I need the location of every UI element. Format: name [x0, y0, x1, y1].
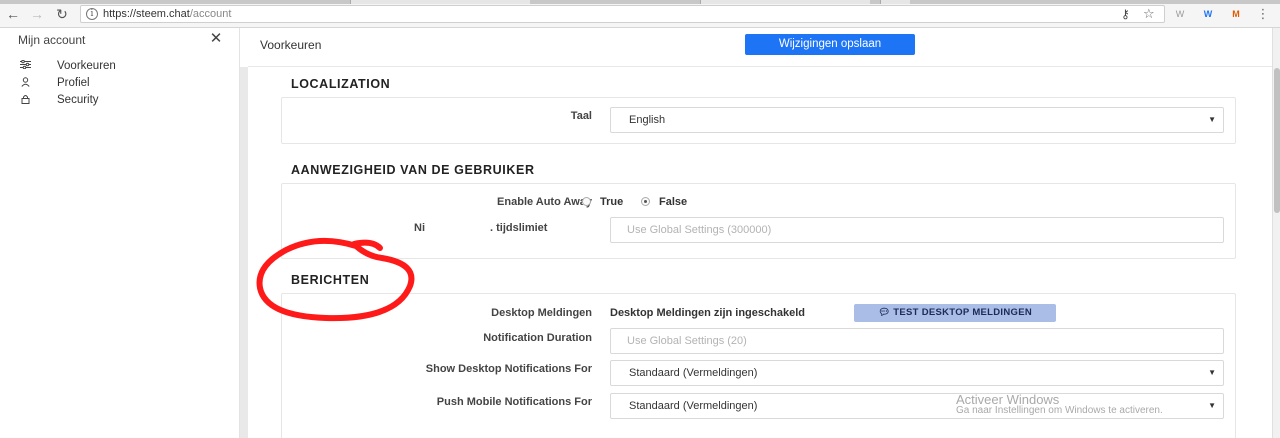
desktop-notifications-for-select[interactable]: Standaard (Vermeldingen) ▼: [610, 360, 1224, 386]
chevron-down-icon: ▼: [1208, 115, 1216, 124]
sidebar-item-security[interactable]: Security: [18, 93, 218, 109]
mobile-notifications-for-label: Push Mobile Notifications For: [436, 396, 592, 408]
auto-away-label: Enable Auto Away: [497, 196, 592, 208]
key-icon[interactable]: ⚷: [1121, 7, 1130, 21]
page-header: Voorkeuren Wijzigingen opslaan: [248, 28, 1272, 67]
lock-icon: [18, 94, 32, 107]
windows-activation-subtitle: Ga naar Instellingen om Windows te activ…: [956, 405, 1163, 416]
save-button[interactable]: Wijzigingen opslaan: [745, 34, 915, 55]
browser-tab[interactable]: [700, 0, 870, 4]
auto-away-false-radio[interactable]: [641, 197, 650, 206]
messages-panel: Desktop Meldingen Desktop Meldingen zijn…: [281, 293, 1236, 438]
user-icon: [18, 77, 32, 90]
scrollbar-thumb[interactable]: [1274, 68, 1280, 213]
chat-bubble-icon: 💬︎: [877, 307, 891, 318]
presence-panel: Enable Auto Away True False Ni . tijdsli…: [281, 183, 1236, 259]
chevron-down-icon: ▼: [1208, 368, 1216, 377]
sidebar-item-profiel[interactable]: Profiel: [18, 76, 218, 92]
browser-toolbar: ← → ↻ i https://steem.chat/account ⚷ ☆ W…: [0, 0, 1280, 28]
url-path: /account: [189, 8, 232, 20]
desktop-notifications-for-label: Show Desktop Notifications For: [425, 363, 592, 375]
idle-label-end: . tijdslimiet: [490, 222, 548, 234]
section-title-presence[interactable]: AANWEZIGHEID VAN DE GEBRUIKER: [291, 163, 535, 177]
extension-icon[interactable]: W: [1200, 7, 1216, 21]
tab-strip: [0, 0, 1280, 4]
page-title: Voorkeuren: [260, 38, 322, 52]
address-bar[interactable]: i https://steem.chat/account ⚷ ☆: [80, 5, 1165, 23]
back-icon[interactable]: ←: [4, 6, 22, 22]
url-host: https://steem.chat: [103, 8, 190, 20]
auto-away-true-label[interactable]: True: [600, 196, 623, 208]
section-title-berichten[interactable]: BERICHTEN: [291, 273, 369, 287]
chevron-down-icon: ▼: [1208, 401, 1216, 410]
sidebar-item-label: Profiel: [57, 77, 90, 89]
page-scrollbar[interactable]: [1272, 28, 1280, 438]
test-desktop-notifications-button[interactable]: 💬︎ TEST DESKTOP MELDINGEN: [854, 304, 1056, 322]
sidebar-title: Mijn account: [18, 33, 86, 47]
idle-label-start: Ni: [414, 222, 425, 234]
test-button-label: TEST DESKTOP MELDINGEN: [893, 307, 1033, 318]
redacted-area: [430, 221, 488, 234]
desktop-notifications-label: Desktop Meldingen: [491, 307, 592, 319]
preferences-content[interactable]: LOCALIZATION Taal English ▼ AANWEZIGHEID…: [248, 67, 1272, 438]
auto-away-true-radio[interactable]: [582, 197, 591, 206]
account-sidebar: Mijn account ✕ Voorkeuren Profiel Securi…: [0, 28, 240, 438]
section-title-localization[interactable]: LOCALIZATION: [291, 77, 390, 91]
close-icon[interactable]: ✕: [208, 31, 224, 47]
browser-tab[interactable]: [880, 0, 910, 4]
sidebar-item-voorkeuren[interactable]: Voorkeuren: [18, 59, 218, 75]
language-label: Taal: [570, 110, 592, 122]
idle-time-input[interactable]: [610, 217, 1224, 243]
localization-panel: Taal English ▼: [281, 97, 1236, 144]
forward-icon[interactable]: →: [28, 6, 46, 22]
desktop-notifications-for-value: Standaard (Vermeldingen): [629, 367, 758, 379]
desktop-notifications-status: Desktop Meldingen zijn ingeschakeld: [610, 307, 805, 319]
sidebar-item-label: Voorkeuren: [57, 60, 116, 72]
mobile-notifications-for-value: Standaard (Vermeldingen): [629, 400, 758, 412]
notification-duration-label: Notification Duration: [483, 332, 592, 344]
sliders-icon: [18, 59, 32, 72]
browser-tab[interactable]: [350, 0, 530, 4]
language-value: English: [629, 114, 666, 126]
sidebar-item-label: Security: [57, 94, 99, 106]
language-select[interactable]: English ▼: [610, 107, 1224, 133]
extension-icon[interactable]: M: [1228, 7, 1244, 21]
reload-icon[interactable]: ↻: [53, 6, 71, 22]
bookmark-star-icon[interactable]: ☆: [1143, 6, 1155, 22]
url-text: https://steem.chat/account: [103, 8, 231, 20]
auto-away-false-label[interactable]: False: [659, 196, 687, 208]
extension-icon[interactable]: W: [1172, 7, 1188, 21]
menu-icon[interactable]: ⋮: [1255, 7, 1271, 21]
idle-label-end-text: tijdslimiet: [496, 222, 548, 234]
notification-duration-input[interactable]: [610, 328, 1224, 354]
content-gutter: [240, 67, 248, 438]
info-icon[interactable]: i: [86, 8, 98, 20]
